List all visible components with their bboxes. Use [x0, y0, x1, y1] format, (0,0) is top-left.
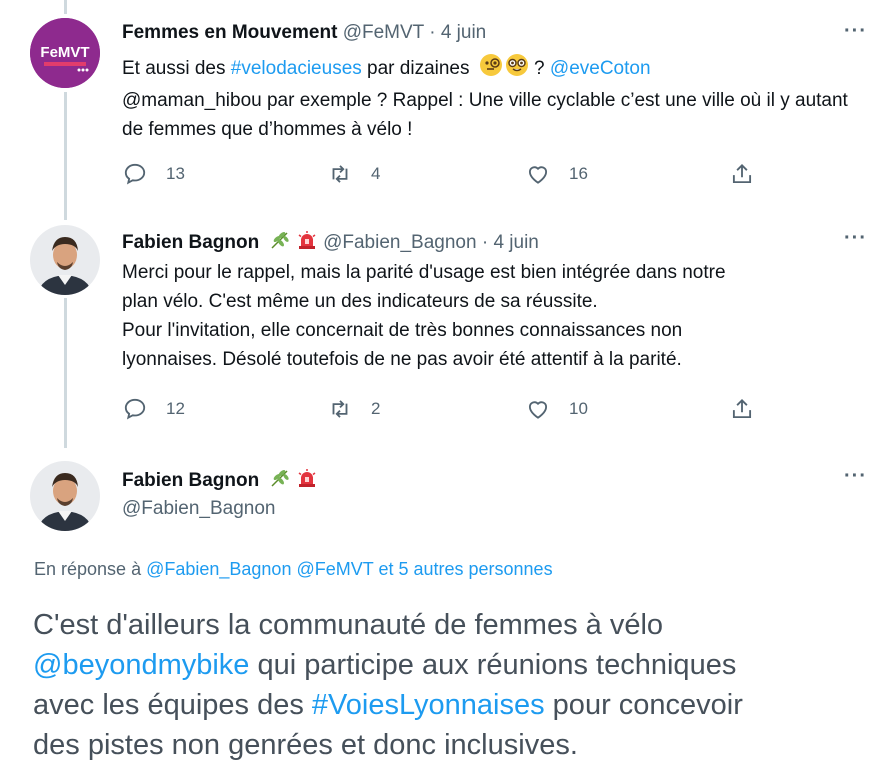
reply-count: 12 — [166, 399, 185, 418]
tweet-text-part: pour concevoir — [544, 689, 743, 721]
reply-icon — [124, 398, 146, 420]
profile-photo-icon — [30, 461, 100, 531]
more-options-icon[interactable]: ··· — [844, 20, 867, 43]
more-options-icon[interactable]: ··· — [844, 465, 867, 488]
tweet-text-part: avec les équipes des — [33, 689, 312, 721]
thread-connector — [64, 0, 67, 14]
tweet-text-part: qui participe aux réunions techniques — [249, 649, 737, 681]
tweet-text-line: Merci pour le rappel, mais la parité d'u… — [122, 262, 726, 283]
mention-link[interactable]: @eveCoton — [550, 58, 651, 79]
siren-emoji-icon — [296, 467, 318, 495]
reply-prefix: En réponse à — [34, 559, 147, 579]
tweet-text-line: @beyondmybike qui participe aux réunions… — [33, 645, 883, 685]
reply-context: En réponse à @Fabien_Bagnon @FeMVT et 5 … — [34, 559, 553, 580]
thread-connector — [64, 92, 67, 220]
tweet-text-line: plan vélo. C'est même un des indicateurs… — [122, 291, 598, 312]
like-button[interactable]: 10 — [525, 396, 588, 422]
tweet-text-part: par dizaines — [361, 58, 475, 79]
tweet-header: Femmes en Mouvement @FeMVT · 4 juin — [122, 22, 486, 44]
avatar-logo-text: FeMVT — [40, 44, 89, 61]
retweet-button[interactable]: 4 — [327, 161, 380, 187]
separator-dot: · — [429, 22, 436, 43]
tweet-text: Merci pour le rappel, mais la parité d'u… — [122, 258, 862, 374]
tweet-date[interactable]: 4 juin — [441, 22, 486, 43]
tweet-actions: 13 4 16 — [122, 161, 762, 191]
retweet-icon — [332, 400, 348, 418]
share-button[interactable] — [729, 161, 773, 187]
avatar-femvt[interactable]: FeMVT — [30, 18, 100, 88]
reply-others-link[interactable]: et 5 autres personnes — [378, 559, 552, 579]
twitter-thread: FeMVT Femmes en Mouvement @FeMVT · 4 jui… — [0, 0, 887, 768]
tweet-actions: 12 2 10 — [122, 396, 762, 426]
reply-button[interactable]: 12 — [122, 396, 185, 422]
more-options-icon[interactable]: ··· — [844, 227, 867, 250]
tweet-header: Fabien Bagnon — [122, 467, 318, 495]
hashtag-link[interactable]: #velodacieuses — [231, 58, 362, 79]
display-name[interactable]: Femmes en Mouvement — [122, 22, 337, 43]
like-count: 16 — [569, 164, 588, 183]
avatar-fabien-bagnon[interactable] — [30, 225, 100, 295]
retweet-button[interactable]: 2 — [327, 396, 380, 422]
tweet-header: Fabien Bagnon @Fabien_Bagnon · 4 juin — [122, 229, 539, 257]
tweet-text-line: lyonnaises. Désolé toutefois de ne pas a… — [122, 349, 682, 370]
hashtag-link[interactable]: #VoiesLyonnaises — [312, 689, 545, 721]
nerd-face-emoji-icon — [505, 53, 529, 86]
reply-mention-link[interactable]: @FeMVT — [296, 559, 373, 579]
share-button[interactable] — [729, 396, 773, 422]
reply-mention-link[interactable]: @Fabien_Bagnon — [146, 559, 291, 579]
monocle-face-emoji-icon — [479, 53, 503, 86]
femvt-logo-icon: FeMVT — [30, 18, 100, 88]
tweet-date[interactable]: 4 juin — [493, 232, 538, 253]
tweet-text-part: @maman_hibou par exemple ? Rappel : Une … — [122, 90, 848, 140]
tweet-text: Et aussi des #velodacieuses par dizaines… — [122, 53, 862, 144]
tweet-text-line: C'est d'ailleurs la communauté de femmes… — [33, 609, 664, 641]
retweet-count: 4 — [371, 164, 381, 183]
tweet-text-line: avec les équipes des #VoiesLyonnaises po… — [33, 685, 883, 725]
reply-button[interactable]: 13 — [122, 161, 185, 187]
tweet-text-part: ? — [528, 58, 550, 79]
avatar-fabien-bagnon[interactable] — [30, 461, 100, 531]
like-count: 10 — [569, 399, 588, 418]
leaf-emoji-icon — [269, 229, 291, 257]
display-name[interactable]: Fabien Bagnon — [122, 232, 259, 253]
leaf-emoji-icon — [269, 467, 291, 495]
tweet-text-line: Pour l'invitation, elle concernait de tr… — [122, 320, 683, 341]
display-name[interactable]: Fabien Bagnon — [122, 470, 259, 491]
user-handle[interactable]: @Fabien_Bagnon — [122, 498, 275, 519]
heart-icon — [528, 401, 548, 419]
tweet-text-part: Et aussi des — [122, 58, 231, 79]
user-handle[interactable]: @Fabien_Bagnon — [323, 232, 476, 253]
user-handle[interactable]: @FeMVT — [343, 22, 424, 43]
retweet-icon — [332, 165, 348, 183]
tweet-handle-line: @Fabien_Bagnon — [122, 498, 275, 520]
separator-dot: · — [481, 232, 489, 253]
main-tweet-text: C'est d'ailleurs la communauté de femmes… — [33, 605, 883, 765]
thread-connector — [64, 298, 67, 448]
tweet-text-line: des pistes non genrées et donc inclusive… — [33, 729, 578, 761]
like-button[interactable]: 16 — [525, 161, 588, 187]
heart-icon — [528, 166, 548, 184]
reply-icon — [124, 163, 146, 185]
mention-link[interactable]: @beyondmybike — [33, 649, 249, 681]
share-icon — [732, 164, 752, 184]
reply-count: 13 — [166, 164, 185, 183]
siren-emoji-icon — [296, 229, 318, 257]
share-icon — [732, 399, 752, 419]
profile-photo-icon — [30, 225, 100, 295]
retweet-count: 2 — [371, 399, 381, 418]
